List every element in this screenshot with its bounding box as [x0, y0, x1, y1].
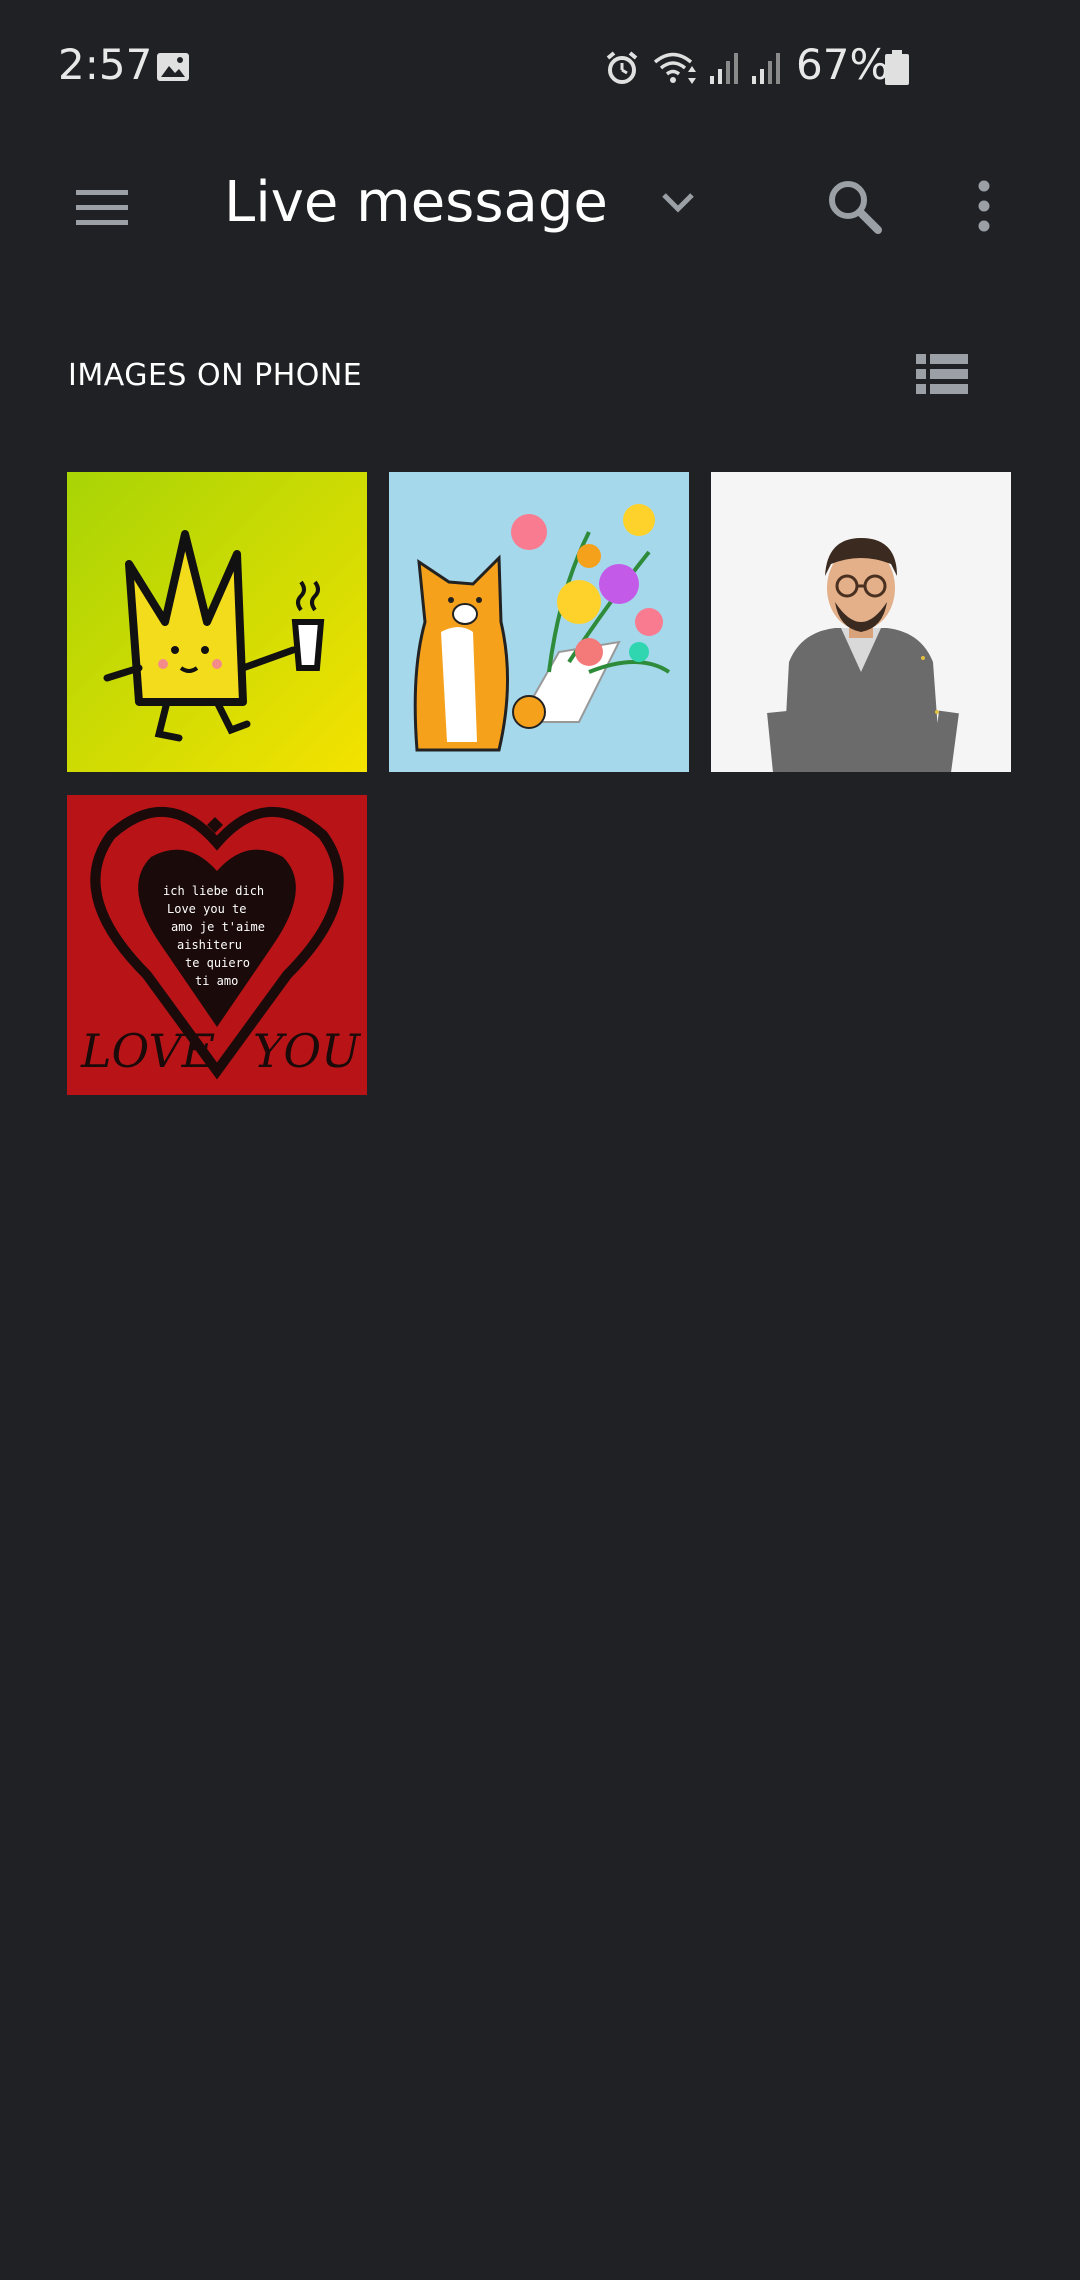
screen: 2:57 67% Live message IMAGES ON PHONE ic… [0, 0, 1080, 2280]
search-icon[interactable] [820, 172, 890, 242]
avatar-sticker [711, 472, 1011, 772]
battery-icon [885, 50, 909, 85]
more-vert-icon[interactable] [960, 172, 1008, 242]
menu-icon[interactable] [66, 178, 138, 238]
svg-text:LOVE: LOVE [80, 1024, 215, 1078]
image-thumb-avatar[interactable] [711, 472, 1011, 772]
gallery-icon [157, 53, 189, 81]
title-dropdown[interactable]: Live message [224, 170, 700, 235]
svg-text:ich liebe dich: ich liebe dich [163, 884, 264, 898]
svg-text:aishiteru: aishiteru [177, 938, 242, 952]
battery-percent: 67% [796, 40, 890, 89]
status-time: 2:57 [58, 40, 153, 89]
svg-text:YOU: YOU [253, 1024, 362, 1078]
love-you-heart-sticker: ich liebe dich Love you te amo je t'aime… [67, 795, 367, 1095]
app-bar: Live message [0, 140, 1080, 270]
svg-text:amo je t'aime: amo je t'aime [171, 920, 265, 934]
cat-bouquet-sticker [389, 472, 689, 772]
signal-icon [710, 53, 738, 84]
status-bar: 2:57 67% [0, 0, 1080, 140]
page-title: Live message [224, 170, 608, 235]
svg-text:Love you te: Love you te [167, 902, 246, 916]
crown-coffee-sticker [67, 472, 367, 772]
section-header: IMAGES ON PHONE [68, 358, 363, 393]
alarm-icon [606, 51, 638, 84]
image-thumb-cat-bouquet[interactable] [389, 472, 689, 772]
image-thumb-love-you[interactable]: ich liebe dich Love you te amo je t'aime… [67, 795, 367, 1095]
chevron-down-icon [662, 192, 694, 213]
image-thumb-crown-coffee[interactable] [67, 472, 367, 772]
wifi-icon [653, 52, 696, 84]
signal-icon [752, 53, 780, 84]
list-view-icon[interactable] [914, 350, 970, 398]
svg-text:te quiero: te quiero [185, 956, 250, 970]
svg-text:ti amo: ti amo [195, 974, 238, 988]
